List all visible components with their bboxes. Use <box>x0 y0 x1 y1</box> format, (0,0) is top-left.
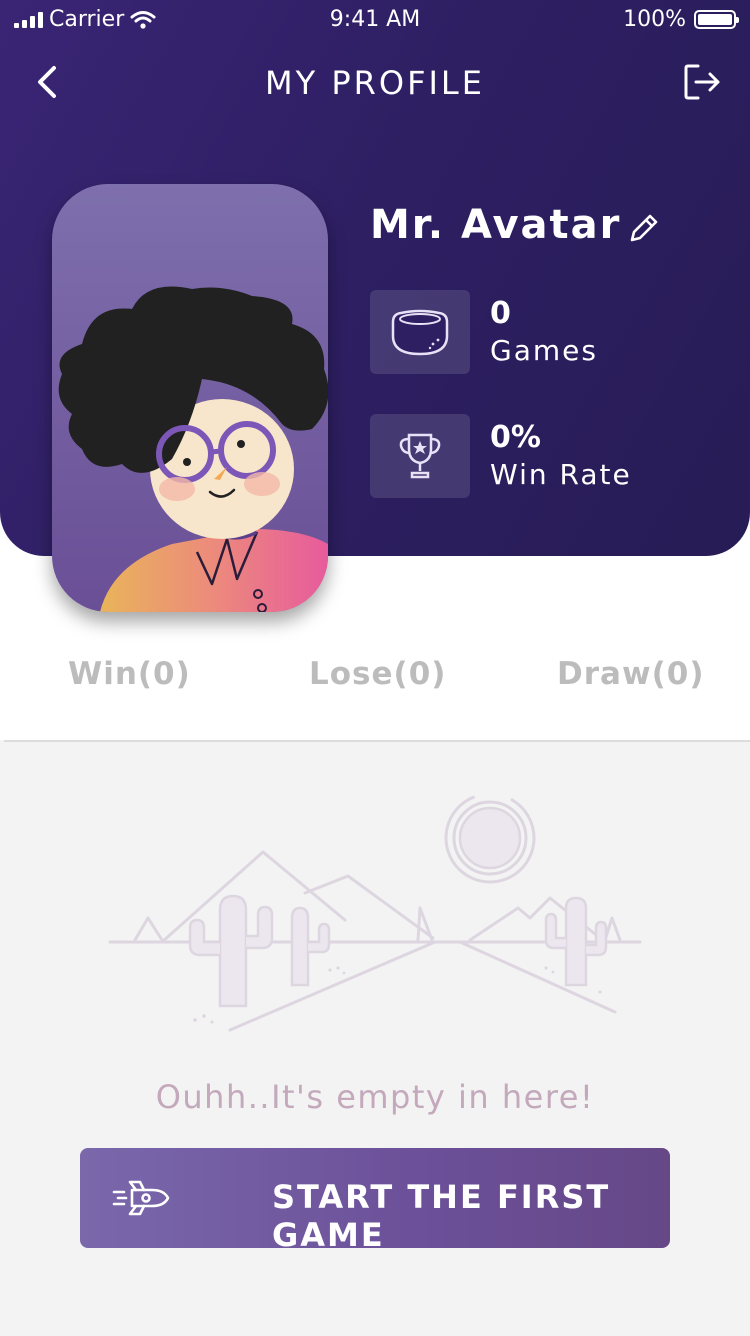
start-first-game-button[interactable]: START THE FIRST GAME <box>80 1148 670 1254</box>
games-stat-icon-box <box>370 290 470 374</box>
logout-icon[interactable] <box>680 60 724 104</box>
games-count: 0 <box>490 296 511 331</box>
nav-bar: MY PROFILE <box>0 52 750 116</box>
winrate-value: 0% <box>490 420 541 455</box>
status-bar: Carrier 9:41 AM 100% <box>0 0 750 40</box>
avatar <box>52 184 328 612</box>
tab-draw[interactable]: Draw(0) <box>557 656 704 692</box>
result-tabs: Win(0) Lose(0) Draw(0) <box>0 656 750 712</box>
profile-name: Mr. Avatar <box>370 202 622 248</box>
trophy-icon <box>399 433 441 479</box>
battery-status: 100% <box>623 7 739 32</box>
bowl-icon <box>391 309 449 356</box>
start-button-label: START THE FIRST GAME <box>272 1178 611 1254</box>
battery-percent: 100% <box>623 7 686 32</box>
rocket-icon <box>112 1180 170 1216</box>
games-label: Games <box>490 334 598 367</box>
desert-illustration <box>108 792 642 1032</box>
battery-icon <box>694 10 739 29</box>
tabs-divider <box>4 740 750 742</box>
tab-win[interactable]: Win(0) <box>68 656 191 692</box>
winrate-stat-icon-box <box>370 414 470 498</box>
page-title: MY PROFILE <box>265 64 485 102</box>
winrate-label: Win Rate <box>490 458 632 491</box>
tab-lose[interactable]: Lose(0) <box>309 656 446 692</box>
empty-message: Ouhh..It's empty in here! <box>155 1078 595 1116</box>
pencil-icon[interactable] <box>626 210 662 246</box>
